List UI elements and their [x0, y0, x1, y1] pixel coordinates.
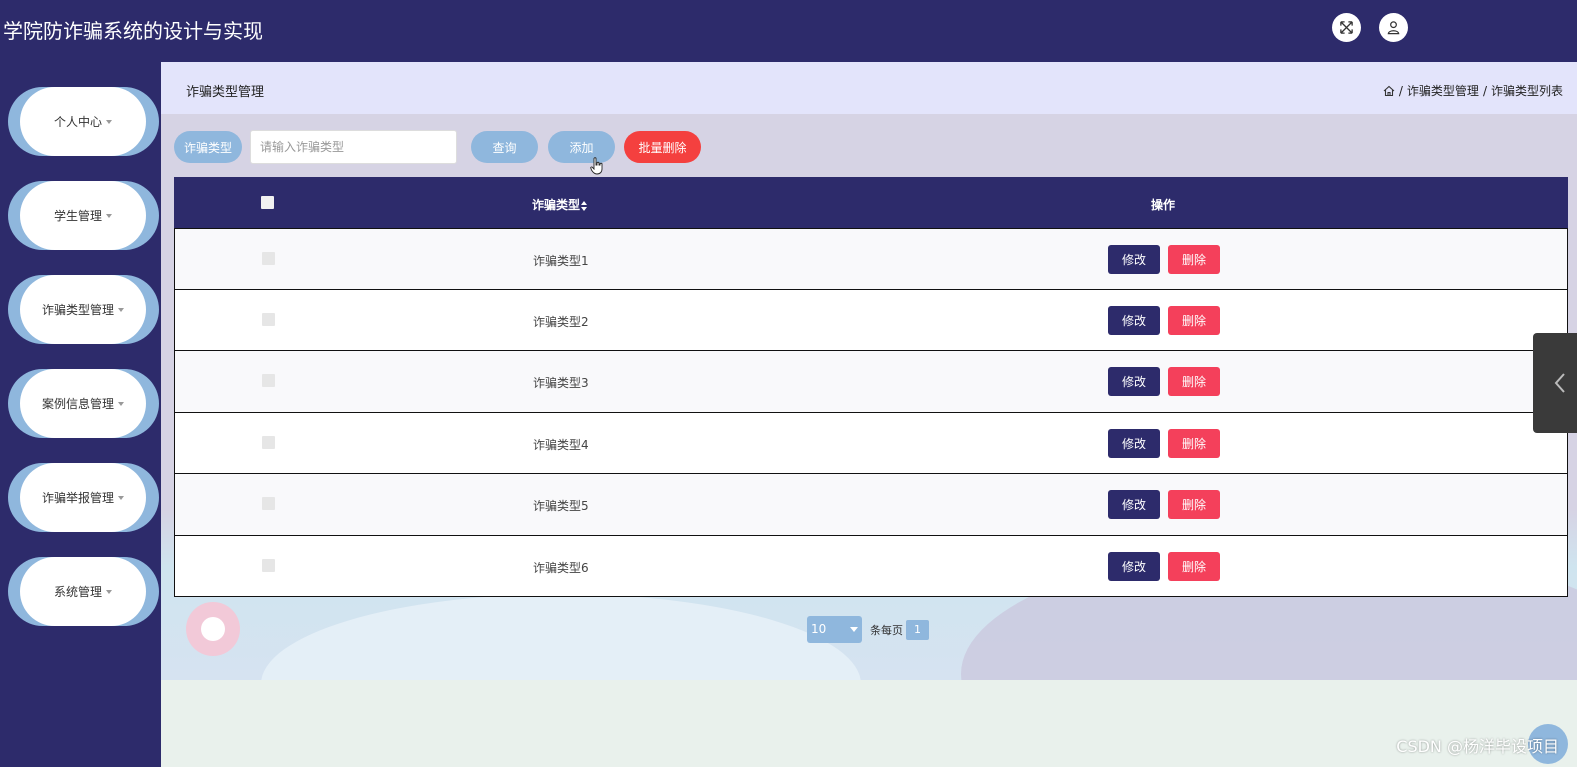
- delete-button[interactable]: 删除: [1168, 245, 1220, 274]
- page-size-select[interactable]: 10: [807, 616, 862, 643]
- sidebar-item-label: 系统管理: [53, 585, 102, 599]
- fraud-type-cell: 诈骗类型4: [533, 437, 589, 452]
- breadcrumb-separator: /: [1482, 83, 1487, 98]
- row-checkbox[interactable]: [262, 558, 275, 572]
- fraud-type-cell: 诈骗类型5: [533, 499, 589, 513]
- sidebar-item-label: 学生管理: [53, 209, 102, 223]
- per-page-label: 条每页: [870, 623, 903, 637]
- footer-area: [161, 680, 1577, 767]
- edit-button[interactable]: 修改: [1108, 305, 1160, 335]
- row-checkbox[interactable]: [262, 435, 275, 449]
- sidebar-item-fraud-type-management[interactable]: 诈骗类型管理: [8, 275, 159, 344]
- page-number-current[interactable]: 1: [906, 619, 929, 640]
- home-icon[interactable]: [1383, 85, 1395, 97]
- breadcrumb-bar: 诈骗类型管理 / 诈骗类型管理 / 诈骗类型列表: [161, 62, 1577, 114]
- delete-button[interactable]: 删除: [1168, 490, 1220, 519]
- batch-delete-button[interactable]: 批量删除: [624, 131, 701, 163]
- main-content: 诈骗类型管理 / 诈骗类型管理 / 诈骗类型列表 诈骗类型 查询 添加 批量删除…: [161, 62, 1577, 767]
- page-size-value: 10: [811, 622, 827, 636]
- delete-button[interactable]: 删除: [1168, 367, 1220, 396]
- caret-down-icon: [106, 213, 112, 218]
- chevron-down-icon: [850, 627, 858, 632]
- table-row: 诈骗类型1 修改 删除: [174, 228, 1568, 290]
- sidebar-item-system-management[interactable]: 系统管理: [8, 557, 159, 626]
- user-icon: [1387, 21, 1400, 35]
- add-button[interactable]: 添加: [548, 131, 615, 163]
- sidebar-item-case-info-management[interactable]: 案例信息管理: [8, 369, 159, 438]
- row-checkbox[interactable]: [262, 374, 275, 387]
- flower-decoration: [186, 602, 240, 656]
- edit-button[interactable]: 修改: [1108, 428, 1160, 458]
- sidebar-item-pill[interactable]: 案例信息管理: [20, 369, 146, 438]
- caret-down-icon: [106, 589, 112, 594]
- fraud-type-cell: 诈骗类型6: [533, 560, 589, 575]
- delete-button[interactable]: 删除: [1168, 428, 1220, 458]
- sidebar-item-pill[interactable]: 个人中心: [20, 87, 146, 156]
- breadcrumb-separator: /: [1398, 83, 1403, 98]
- user-button[interactable]: [1379, 13, 1408, 42]
- select-all-checkbox[interactable]: [261, 196, 274, 209]
- query-button[interactable]: 查询: [471, 131, 538, 163]
- sidebar-item-label: 个人中心: [53, 115, 102, 129]
- sidebar-item-pill[interactable]: 诈骗举报管理: [20, 463, 146, 532]
- hand-cursor-icon: [590, 157, 603, 175]
- sidebar-item-student-management[interactable]: 学生管理: [8, 181, 159, 250]
- table-row: 诈骗类型3 修改 删除: [174, 351, 1568, 413]
- sidebar-item-personal-center[interactable]: 个人中心: [8, 87, 159, 156]
- caret-down-icon: [118, 401, 124, 406]
- table-row: 诈骗类型6 修改 删除: [174, 535, 1568, 597]
- sidebar-item-pill[interactable]: 诈骗类型管理: [20, 275, 146, 344]
- chevron-left-icon: [1554, 373, 1565, 393]
- fraud-type-cell: 诈骗类型2: [533, 314, 589, 329]
- sidebar-item-label: 诈骗类型管理: [41, 303, 114, 317]
- row-checkbox[interactable]: [262, 497, 275, 510]
- edit-button[interactable]: 修改: [1108, 551, 1160, 581]
- edit-button[interactable]: 修改: [1108, 245, 1160, 274]
- row-checkbox[interactable]: [262, 252, 275, 265]
- sidebar-item-pill[interactable]: 学生管理: [20, 181, 146, 250]
- top-header: 学院防诈骗系统的设计与实现: [0, 0, 1577, 62]
- app-title: 学院防诈骗系统的设计与实现: [3, 19, 263, 43]
- row-checkbox[interactable]: [262, 312, 275, 326]
- pagination: 10 条每页 1: [807, 616, 929, 643]
- sidebar-item-pill[interactable]: 系统管理: [20, 557, 146, 626]
- sidebar-item-label: 诈骗举报管理: [41, 491, 114, 505]
- sidebar-item-fraud-report-management[interactable]: 诈骗举报管理: [8, 463, 159, 532]
- table-row: 诈骗类型5 修改 删除: [174, 474, 1568, 536]
- breadcrumb-item: 诈骗类型列表: [1490, 84, 1563, 98]
- breadcrumb: / 诈骗类型管理 / 诈骗类型列表: [1383, 82, 1563, 99]
- caret-down-icon: [106, 119, 112, 124]
- sort-icon[interactable]: [581, 200, 588, 211]
- page-title: 诈骗类型管理: [186, 85, 265, 100]
- side-panel-toggle[interactable]: [1533, 333, 1577, 433]
- fraud-type-cell: 诈骗类型3: [533, 376, 589, 390]
- breadcrumb-item[interactable]: 诈骗类型管理: [1407, 82, 1479, 99]
- delete-button[interactable]: 删除: [1168, 551, 1220, 581]
- fullscreen-button[interactable]: [1332, 13, 1361, 42]
- caret-down-icon: [118, 307, 124, 312]
- fraud-type-cell: 诈骗类型1: [533, 254, 589, 268]
- data-table: 诈骗类型 操作 诈骗类型1 修改 删除 诈骗类型2 修改 删除 诈骗类型3 修改…: [174, 177, 1568, 597]
- delete-button[interactable]: 删除: [1168, 305, 1220, 335]
- search-label: 诈骗类型: [174, 131, 242, 163]
- edit-button[interactable]: 修改: [1108, 367, 1160, 396]
- column-header-actions: 操作: [1151, 198, 1176, 212]
- sidebar: 个人中心 学生管理 诈骗类型管理 案例信息管理 诈骗举报管理 系统管理: [0, 62, 161, 767]
- sidebar-item-label: 案例信息管理: [41, 397, 114, 411]
- table-row: 诈骗类型2 修改 删除: [174, 289, 1568, 351]
- search-input[interactable]: [250, 130, 457, 164]
- column-header-label: 诈骗类型: [532, 198, 581, 212]
- table-row: 诈骗类型4 修改 删除: [174, 412, 1568, 474]
- column-header-fraud-type[interactable]: 诈骗类型: [532, 196, 588, 213]
- table-header: 诈骗类型 操作: [174, 177, 1568, 228]
- caret-down-icon: [118, 495, 124, 500]
- expand-icon: [1340, 21, 1353, 34]
- edit-button[interactable]: 修改: [1108, 490, 1160, 519]
- watermark: CSDN @杨洋毕设项目: [1396, 737, 1559, 756]
